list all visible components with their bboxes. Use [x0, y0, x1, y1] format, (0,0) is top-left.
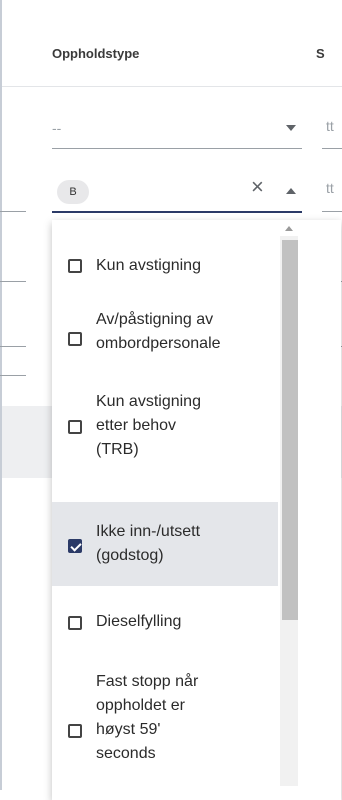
left-underline-row4 — [0, 346, 26, 347]
left-underline-row5 — [0, 375, 26, 376]
option-kun-avstigning-trb[interactable]: Kun avstigning etter behov (TRB) — [52, 372, 278, 498]
dropdown-scrollbar-thumb[interactable] — [282, 240, 298, 620]
option-label: Ikke inn-/utsett (godstog) — [96, 523, 201, 564]
checkbox[interactable] — [68, 332, 82, 346]
oppholdstype-value: -- — [52, 120, 62, 136]
active-select-underline — [52, 211, 302, 213]
option-label: Kun avstigning etter behov (TRB) — [96, 393, 201, 458]
left-underline-row3 — [0, 281, 26, 282]
caret-down-icon[interactable] — [286, 125, 296, 131]
time-cell[interactable]: tt — [326, 118, 334, 134]
left-underline-row2 — [0, 211, 26, 212]
checkbox[interactable] — [68, 420, 82, 434]
checkbox-checked[interactable] — [68, 539, 82, 553]
checkbox[interactable] — [68, 616, 82, 630]
option-label: Kun avstigning — [96, 257, 201, 274]
option-label: Fast stopp når oppholdet er høyst 59' se… — [96, 673, 199, 762]
checkbox[interactable] — [68, 259, 82, 273]
select-underline — [52, 148, 302, 149]
option-dieselfylling[interactable]: Dieselfylling — [52, 586, 278, 660]
option-label: Av/påstigning av ombordpersonale — [96, 311, 221, 352]
column-header-oppholdstype: Oppholdstype — [52, 46, 140, 61]
selected-chip[interactable]: B — [57, 180, 89, 204]
caret-up-icon[interactable] — [286, 188, 296, 194]
header-divider — [2, 86, 342, 87]
option-label: Dieselfylling — [96, 613, 182, 630]
scroll-up-icon[interactable] — [285, 226, 293, 231]
time-underline — [322, 148, 342, 149]
option-ikke-inn-utsett[interactable]: Ikke inn-/utsett (godstog) — [52, 502, 278, 586]
time-cell[interactable]: tt — [326, 180, 334, 196]
close-icon[interactable]: × — [251, 176, 264, 198]
checkbox[interactable] — [68, 724, 82, 738]
option-kun-avstigning[interactable]: Kun avstigning — [52, 242, 278, 290]
option-fast-stopp[interactable]: Fast stopp når oppholdet er høyst 59' se… — [52, 660, 278, 790]
column-header-next: S — [316, 46, 325, 61]
left-border — [0, 0, 2, 790]
time-underline — [322, 211, 342, 212]
option-av-pastigning[interactable]: Av/påstigning av ombordpersonale — [52, 304, 278, 368]
